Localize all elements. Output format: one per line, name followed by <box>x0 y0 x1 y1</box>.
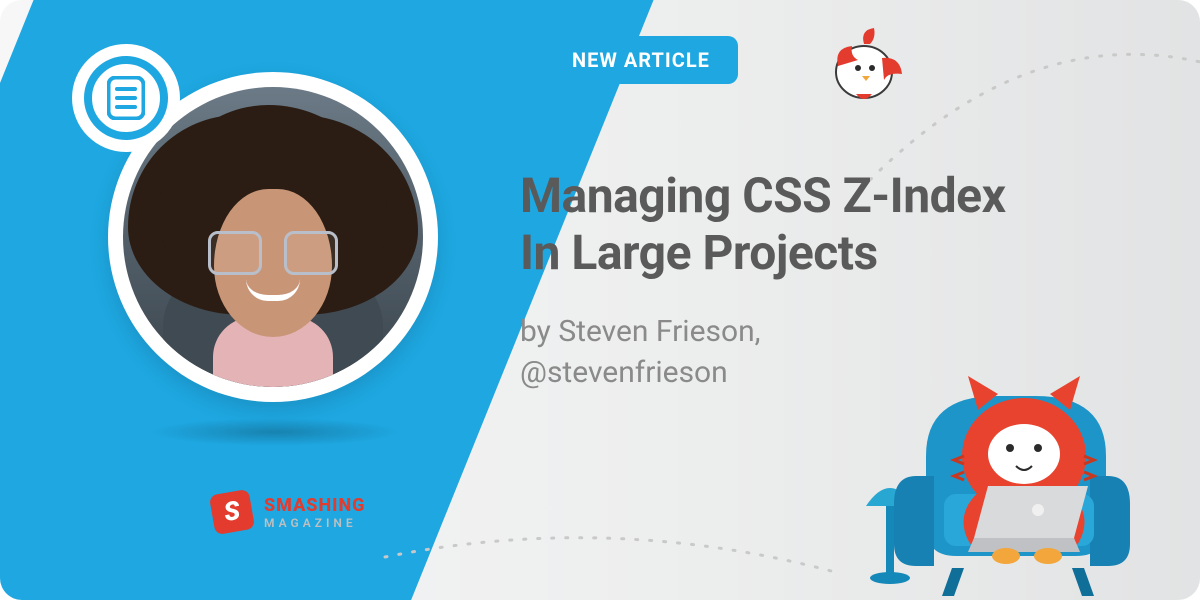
byline-handle: @stevenfrieson <box>520 355 728 390</box>
brand-logo: S SMASHING MAGAZINE <box>212 492 365 532</box>
document-icon <box>107 76 145 120</box>
avatar-shadow <box>150 418 400 446</box>
cat-mascot-icon <box>856 306 1186 600</box>
title-line-1: Managing CSS Z-Index <box>520 167 1006 224</box>
brand-subname: MAGAZINE <box>264 516 365 530</box>
social-card: NEW ARTICLE Managing CSS Z-Index In Larg… <box>0 0 1200 600</box>
title-line-2: In Large Projects <box>520 224 878 281</box>
author-photo <box>123 87 423 387</box>
brand-mark-glyph: S <box>222 496 243 528</box>
brand-name: SMASHING <box>264 495 365 516</box>
new-article-pill: NEW ARTICLE <box>544 36 738 84</box>
decorative-dots-top <box>860 30 1200 190</box>
brand-mark: S <box>209 489 255 535</box>
bird-mascot-icon <box>822 24 906 108</box>
decorative-dots-bottom <box>380 522 840 592</box>
article-byline: by Steven Frieson, @stevenfrieson <box>520 312 761 393</box>
article-title: Managing CSS Z-Index In Large Projects <box>520 168 1120 281</box>
pill-label: NEW ARTICLE <box>572 48 710 72</box>
article-type-badge <box>72 44 180 152</box>
byline-author: by Steven Frieson, <box>520 314 761 349</box>
